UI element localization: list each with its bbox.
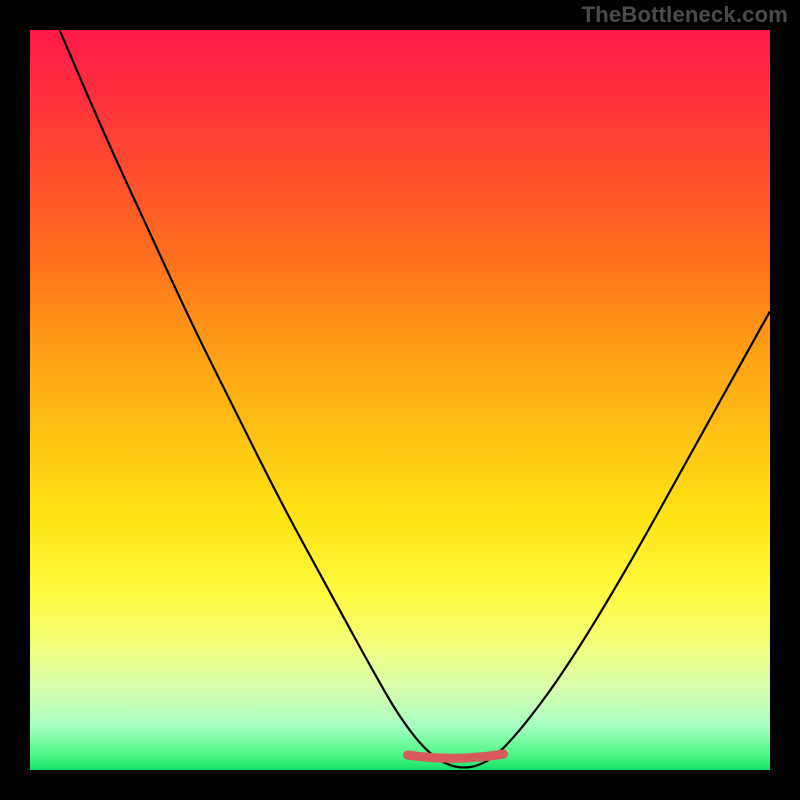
watermark-text: TheBottleneck.com xyxy=(582,2,788,28)
chart-frame: TheBottleneck.com xyxy=(0,0,800,800)
curve-layer xyxy=(30,30,770,770)
curve-minimum-highlight xyxy=(407,754,503,758)
bottleneck-curve xyxy=(60,30,770,768)
plot-area xyxy=(30,30,770,770)
